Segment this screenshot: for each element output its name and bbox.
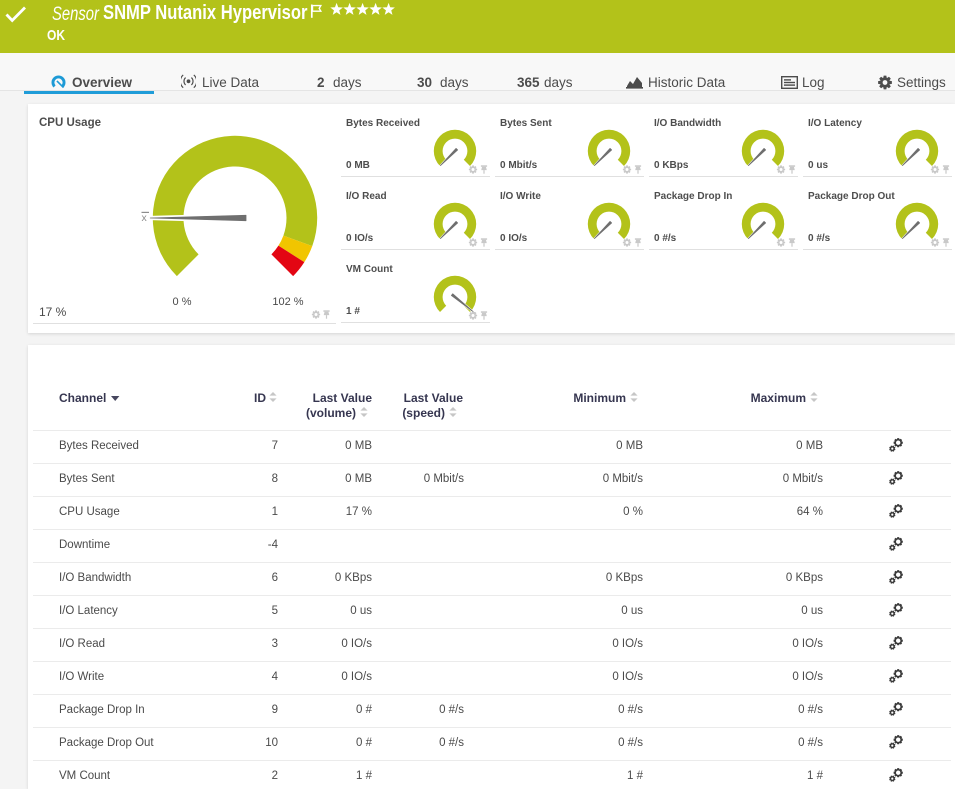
svg-text:x: x [141, 212, 147, 224]
